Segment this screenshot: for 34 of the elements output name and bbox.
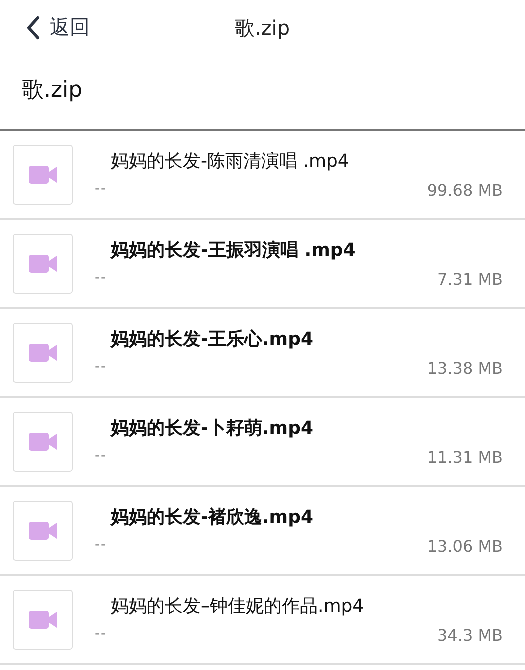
file-size: 11.31 MB (427, 448, 503, 467)
file-row[interactable]: 妈妈的长发-褚欣逸.mp4 -- 13.06 MB (0, 487, 525, 576)
file-size: 7.31 MB (438, 270, 503, 289)
file-size: 34.3 MB (438, 626, 503, 645)
file-size: 99.68 MB (427, 181, 503, 200)
file-name: 妈妈的长发-王振羽演唱 .mp4 (110, 239, 357, 262)
file-date: -- (95, 359, 108, 377)
folder-name: 歌.zip (0, 56, 525, 131)
video-camera-icon (29, 344, 57, 362)
video-camera-icon (29, 166, 57, 184)
file-name: 妈妈的长发-王乐心.mp4 (110, 328, 314, 351)
file-name: 妈妈的长发-卜耔萌.mp4 (110, 417, 314, 440)
file-date: -- (95, 537, 108, 555)
video-camera-icon (29, 432, 57, 450)
file-name: 妈妈的长发-陈雨清演唱 .mp4 (110, 150, 350, 173)
file-row[interactable]: 妈妈的长发-卜耔萌.mp4 -- 11.31 MB (0, 398, 525, 487)
video-camera-icon (29, 522, 57, 540)
file-row[interactable]: 妈妈的长发-王振羽演唱 .mp4 -- 7.31 MB (0, 220, 525, 309)
file-date: -- (95, 448, 108, 466)
video-camera-icon (29, 610, 57, 628)
file-name: 妈妈的长发–钟佳妮的作品.mp4 (110, 595, 366, 618)
file-row[interactable]: 妈妈的长发-陈雨清演唱 .mp4 -- 99.68 MB (0, 131, 525, 220)
file-row[interactable]: 妈妈的长发-王乐心.mp4 -- 13.38 MB (0, 309, 525, 398)
page-title: 歌.zip (234, 14, 290, 42)
file-row[interactable]: 妈妈的长发–钟佳妮的作品.mp4 -- 34.3 MB (0, 576, 525, 665)
file-size: 13.06 MB (427, 537, 503, 556)
file-size: 13.38 MB (427, 359, 503, 378)
file-date: -- (95, 626, 108, 644)
back-button[interactable]: 返回 (26, 14, 90, 41)
file-name: 妈妈的长发-褚欣逸.mp4 (110, 506, 314, 529)
back-icon (26, 16, 40, 40)
video-camera-icon (29, 254, 57, 272)
file-date: -- (95, 181, 108, 199)
file-date: -- (95, 270, 108, 288)
